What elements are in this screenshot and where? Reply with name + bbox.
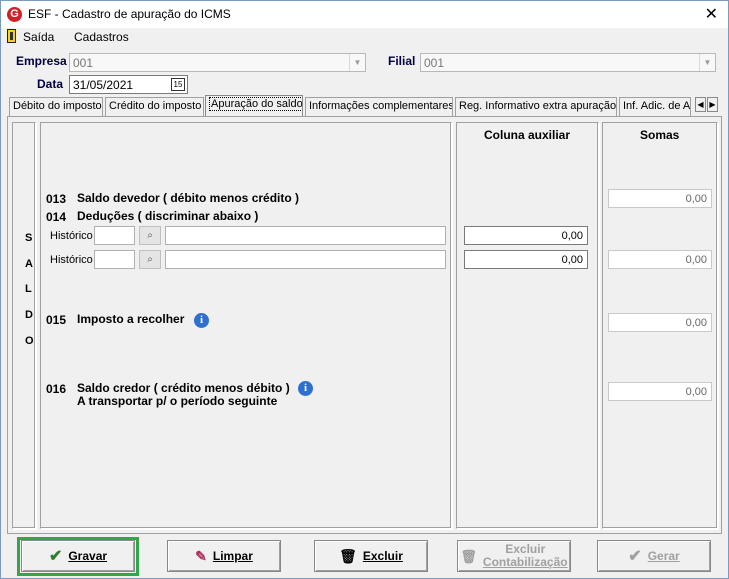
- row-016-soma: 0,00: [608, 382, 712, 401]
- excluir-button[interactable]: 🗑 Excluir: [314, 540, 428, 572]
- title-bar: G ESF - Cadastro de apuração do ICMS ✕: [1, 1, 728, 28]
- row-014-code: 014: [46, 210, 67, 224]
- historico-code-input-2[interactable]: [94, 250, 135, 269]
- tab-scroll-left-icon[interactable]: ◀: [695, 97, 706, 112]
- info-icon[interactable]: i: [194, 313, 209, 328]
- menu-saida[interactable]: Saída: [23, 30, 54, 44]
- binoculars-icon[interactable]: ⌕: [139, 226, 161, 245]
- row-013-label: Saldo devedor ( débito menos crédito ): [77, 191, 300, 205]
- historico-label-1: Histórico: [50, 230, 93, 242]
- excluir-contabilizacao-button[interactable]: 🗑 Excluir Contabilização: [457, 540, 571, 572]
- calendar-icon[interactable]: 15: [171, 78, 185, 91]
- aux-column-frame: [456, 122, 599, 529]
- row-013-soma: 0,00: [608, 189, 712, 208]
- limpar-button[interactable]: ✎ Limpar: [167, 540, 281, 572]
- row-015-soma: 0,00: [608, 313, 712, 332]
- trash-icon: 🗑: [339, 547, 357, 564]
- date-input[interactable]: 31/05/2021 15: [69, 75, 188, 94]
- saldo-letter: D: [25, 309, 33, 321]
- tab-scroll-right-icon[interactable]: ▶: [707, 97, 718, 112]
- row-016-label: Saldo credor ( crédito menos débito ): [77, 381, 290, 395]
- row-015-label: Imposto a recolher: [77, 312, 185, 326]
- empresa-label: Empresa: [16, 54, 67, 68]
- filial-label: Filial: [388, 54, 416, 68]
- empresa-select[interactable]: 001 ▼: [69, 53, 366, 72]
- tab-inf-adic[interactable]: Inf. Adic. de A: [619, 97, 691, 116]
- saldo-letter: L: [25, 283, 32, 295]
- menu-cadastros[interactable]: Cadastros: [74, 30, 129, 44]
- tab-credito[interactable]: Crédito do imposto: [105, 97, 204, 116]
- row-016-sublabel: A transportar p/ o período seguinte: [77, 394, 278, 408]
- eraser-icon: ✎: [195, 547, 207, 564]
- highlight-box: [17, 537, 139, 576]
- date-value: 31/05/2021: [73, 78, 134, 92]
- saldo-letter: A: [25, 258, 33, 270]
- chevron-down-icon[interactable]: ▼: [349, 54, 365, 71]
- exit-door-icon: [7, 29, 16, 43]
- row-013-code: 013: [46, 192, 67, 206]
- historico-text-input-1[interactable]: [165, 226, 446, 245]
- tab-debito[interactable]: Débito do imposto: [9, 97, 103, 116]
- tab-info-complementares[interactable]: Informações complementares: [305, 97, 453, 116]
- filial-select[interactable]: 001 ▼: [420, 53, 716, 72]
- historico-code-input-1[interactable]: [94, 226, 135, 245]
- historico-label-2: Histórico: [50, 254, 93, 266]
- historico-aux-value-1[interactable]: 0,00: [464, 226, 588, 245]
- col-aux-header: Coluna auxiliar: [484, 128, 571, 142]
- saldo-letter: S: [25, 232, 33, 244]
- binoculars-icon[interactable]: ⌕: [139, 250, 161, 269]
- trash-icon: 🗑: [460, 548, 477, 564]
- chevron-down-icon[interactable]: ▼: [699, 54, 715, 71]
- info-icon[interactable]: i: [298, 381, 313, 396]
- tab-reg-informativo[interactable]: Reg. Informativo extra apuração: [455, 97, 617, 116]
- checkmark-icon: ✔: [628, 548, 642, 565]
- app-logo-icon: G: [7, 7, 22, 22]
- main-window: G ESF - Cadastro de apuração do ICMS ✕ S…: [0, 0, 729, 579]
- saldo-side-frame: [12, 122, 36, 529]
- empresa-value: 001: [73, 56, 94, 70]
- row-014-label: Deduções ( discriminar abaixo ): [77, 209, 259, 223]
- menu-bar: Saída Cadastros: [1, 28, 728, 46]
- historico-text-input-2[interactable]: [165, 250, 446, 269]
- saldo-letter: O: [25, 335, 34, 347]
- row-015-code: 015: [46, 313, 67, 327]
- close-icon[interactable]: ✕: [705, 4, 718, 24]
- gerar-button[interactable]: ✔ Gerar: [597, 540, 711, 572]
- apuracao-panel: S A L D O Coluna auxiliar Somas 013 Sald…: [7, 116, 722, 534]
- data-label: Data: [37, 77, 64, 91]
- tab-apuracao-saldo[interactable]: Apuração do saldo: [205, 95, 303, 116]
- filial-value: 001: [424, 56, 445, 70]
- historico-soma-value-2: 0,00: [608, 250, 712, 269]
- col-somas-header: Somas: [640, 128, 680, 142]
- historico-aux-value-2[interactable]: 0,00: [464, 250, 588, 269]
- window-title: ESF - Cadastro de apuração do ICMS: [28, 7, 231, 21]
- row-016-code: 016: [46, 382, 67, 396]
